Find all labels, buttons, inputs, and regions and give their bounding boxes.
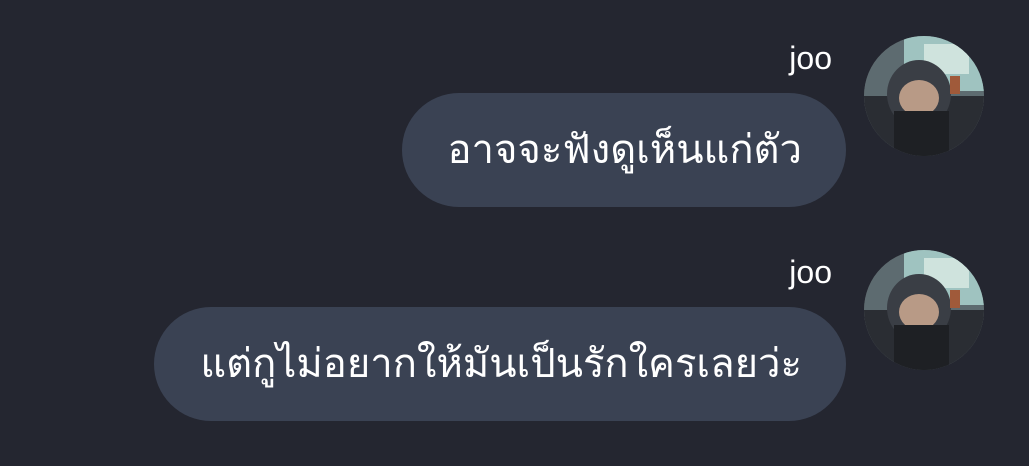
- user-avatar-icon[interactable]: [864, 250, 984, 370]
- sender-name: joo: [789, 254, 832, 290]
- message-bubble[interactable]: แต่กูไม่อยากให้มันเป็นรักใครเลยว่ะ: [154, 307, 846, 421]
- avatar-photo-icon: [864, 250, 984, 370]
- sender-name: joo: [789, 40, 832, 76]
- avatar-photo-icon: [864, 36, 984, 156]
- message-row: joo แต่กูไม่อยากให้มันเป็นรักใครเลยว่ะ: [0, 250, 1029, 452]
- message-row: joo อาจจะฟังดูเห็นแก่ตัว: [0, 36, 1029, 238]
- user-avatar-icon[interactable]: [864, 36, 984, 156]
- message-bubble[interactable]: อาจจะฟังดูเห็นแก่ตัว: [401, 93, 846, 207]
